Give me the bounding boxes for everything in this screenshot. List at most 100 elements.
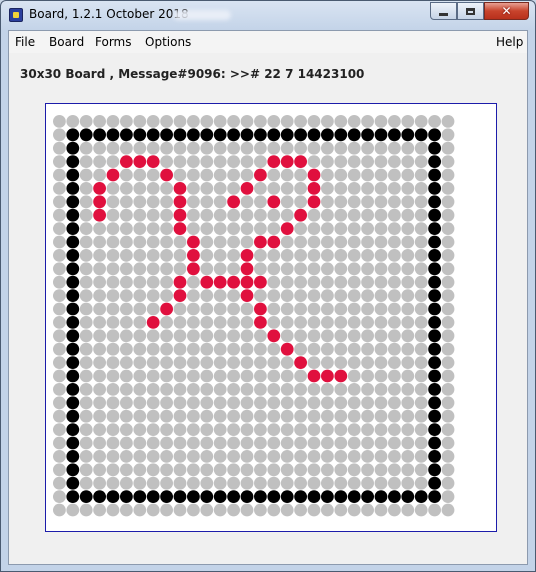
board-cell[interactable] [347,235,361,249]
board-cell[interactable] [388,249,401,262]
board-cell[interactable] [401,476,415,490]
board-cell[interactable] [441,383,455,396]
board-cell-marked[interactable] [294,356,307,369]
board-cell[interactable] [414,436,428,450]
board-cell[interactable] [388,275,401,289]
minimize-button[interactable] [430,2,457,20]
board-cell-marked[interactable] [200,275,214,289]
board-cell[interactable] [401,302,415,316]
board-cell[interactable] [160,262,173,276]
board-cell[interactable] [173,356,187,369]
board-cell-border[interactable] [428,476,441,490]
board-cell[interactable] [347,450,361,463]
board-cell[interactable] [200,141,214,155]
board-cell[interactable] [401,262,415,276]
board-cell[interactable] [414,249,428,262]
board-cell[interactable] [374,342,388,356]
board-cell[interactable] [441,115,455,128]
board-cell[interactable] [334,222,348,235]
board-cell[interactable] [200,476,214,490]
board-cell[interactable] [254,396,267,410]
board-cell-marked[interactable] [280,222,294,235]
board-cell[interactable] [401,463,415,477]
board-cell-border[interactable] [240,490,254,503]
board-cell[interactable] [227,463,241,477]
board-cell[interactable] [160,329,173,343]
board-cell-marked[interactable] [240,262,254,276]
board-cell[interactable] [120,289,133,302]
board-cell[interactable] [146,289,160,302]
board-cell[interactable] [93,262,106,276]
board-cell[interactable] [106,208,120,222]
board-cell[interactable] [160,356,173,369]
board-cell[interactable] [334,249,348,262]
board-cell[interactable] [374,249,388,262]
board-cell[interactable] [133,262,147,276]
board-cell[interactable] [414,222,428,235]
board-cell[interactable] [187,182,200,195]
board-cell[interactable] [374,235,388,249]
board-cell[interactable] [374,396,388,410]
board-cell[interactable] [294,182,307,195]
board-cell[interactable] [307,249,321,262]
board-cell[interactable] [347,503,361,517]
board-cell[interactable] [388,383,401,396]
board-cell[interactable] [401,235,415,249]
board-cell-border[interactable] [200,490,214,503]
board-cell[interactable] [441,208,455,222]
board-cell[interactable] [294,383,307,396]
board-cell[interactable] [401,208,415,222]
board-cell[interactable] [388,195,401,209]
board-cell[interactable] [133,409,147,423]
board-cell[interactable] [401,222,415,235]
board-cell[interactable] [79,275,93,289]
board-cell[interactable] [307,409,321,423]
board-cell[interactable] [414,476,428,490]
board-cell[interactable] [213,342,227,356]
board-cell[interactable] [334,329,348,343]
board-cell[interactable] [187,141,200,155]
board-cell[interactable] [240,342,254,356]
board-cell[interactable] [254,342,267,356]
board-cell[interactable] [441,195,455,209]
board-cell[interactable] [240,316,254,329]
board-cell[interactable] [388,423,401,436]
board-cell[interactable] [187,436,200,450]
board-cell-border[interactable] [294,490,307,503]
board-cell-border[interactable] [280,128,294,142]
board-cell-border[interactable] [93,128,106,142]
board-cell[interactable] [388,155,401,168]
board-cell[interactable] [321,396,334,410]
board-cell[interactable] [227,249,241,262]
board-cell[interactable] [79,476,93,490]
board-cell[interactable] [227,436,241,450]
board-cell-border[interactable] [361,490,374,503]
board-cell[interactable] [93,396,106,410]
board-cell[interactable] [133,369,147,383]
board-cell[interactable] [240,208,254,222]
board-cell[interactable] [79,195,93,209]
board-cell[interactable] [133,168,147,182]
board-cell[interactable] [227,168,241,182]
board-cell[interactable] [213,316,227,329]
board-cell[interactable] [120,141,133,155]
board-cell[interactable] [120,423,133,436]
board-cell[interactable] [133,182,147,195]
board-cell[interactable] [334,302,348,316]
board-cell-marked[interactable] [106,168,120,182]
board-cell[interactable] [347,396,361,410]
board-cell[interactable] [120,208,133,222]
board-cell-border[interactable] [428,275,441,289]
board-cell[interactable] [294,195,307,209]
board-cell[interactable] [414,423,428,436]
board-cell[interactable] [240,155,254,168]
board-cell[interactable] [53,115,66,128]
board-cell[interactable] [441,342,455,356]
board-cell[interactable] [401,423,415,436]
board-cell-border[interactable] [428,450,441,463]
board-cell[interactable] [106,302,120,316]
board-cell[interactable] [79,141,93,155]
board-cell[interactable] [307,423,321,436]
board-cell[interactable] [160,182,173,195]
board-cell[interactable] [227,141,241,155]
